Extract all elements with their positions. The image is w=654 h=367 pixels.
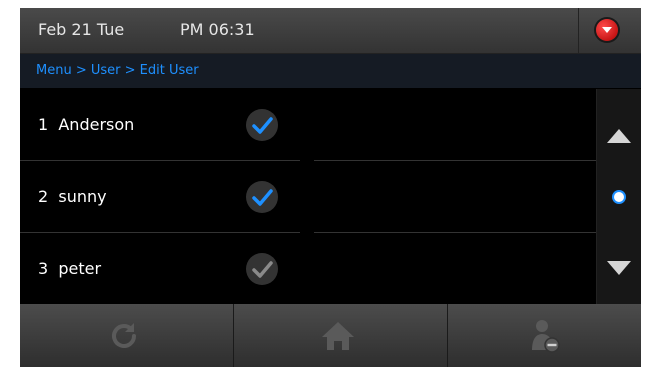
list-scrollbar[interactable] [596, 89, 641, 304]
bottom-toolbar [20, 304, 641, 367]
status-bar: Feb 21 Tue PM 06:31 [20, 8, 641, 54]
user-name: 2 sunny [38, 187, 107, 206]
user-list: 1 Anderson 2 sunny 3 peter [20, 89, 596, 304]
home-icon [321, 321, 354, 350]
arrow-up-icon[interactable] [607, 129, 631, 143]
time-label: PM 06:31 [180, 20, 255, 39]
delete-user-icon [531, 319, 560, 353]
check-icon[interactable] [246, 109, 278, 141]
device-screen: Feb 21 Tue PM 06:31 Menu > User > Edit U… [20, 8, 641, 367]
user-row[interactable]: 3 peter [20, 233, 596, 305]
refresh-icon [111, 322, 136, 348]
breadcrumb: Menu > User > Edit User [36, 63, 199, 78]
user-row[interactable]: 2 sunny [20, 161, 596, 233]
user-row[interactable]: 1 Anderson [20, 89, 596, 161]
home-button[interactable] [234, 304, 441, 367]
status-bar-divider [578, 8, 579, 53]
scroll-position-dot-icon [614, 192, 624, 202]
date-label: Feb 21 Tue [38, 20, 125, 39]
arrow-down-icon[interactable] [607, 261, 631, 275]
delete-user-button[interactable] [448, 304, 641, 367]
check-icon[interactable] [246, 181, 278, 213]
user-name: 1 Anderson [38, 115, 135, 134]
check-icon[interactable] [246, 253, 278, 285]
breadcrumb-bar: Menu > User > Edit User [20, 54, 641, 88]
refresh-button[interactable] [20, 304, 227, 367]
chevron-down-icon[interactable] [596, 19, 618, 41]
user-name: 3 peter [38, 259, 102, 278]
